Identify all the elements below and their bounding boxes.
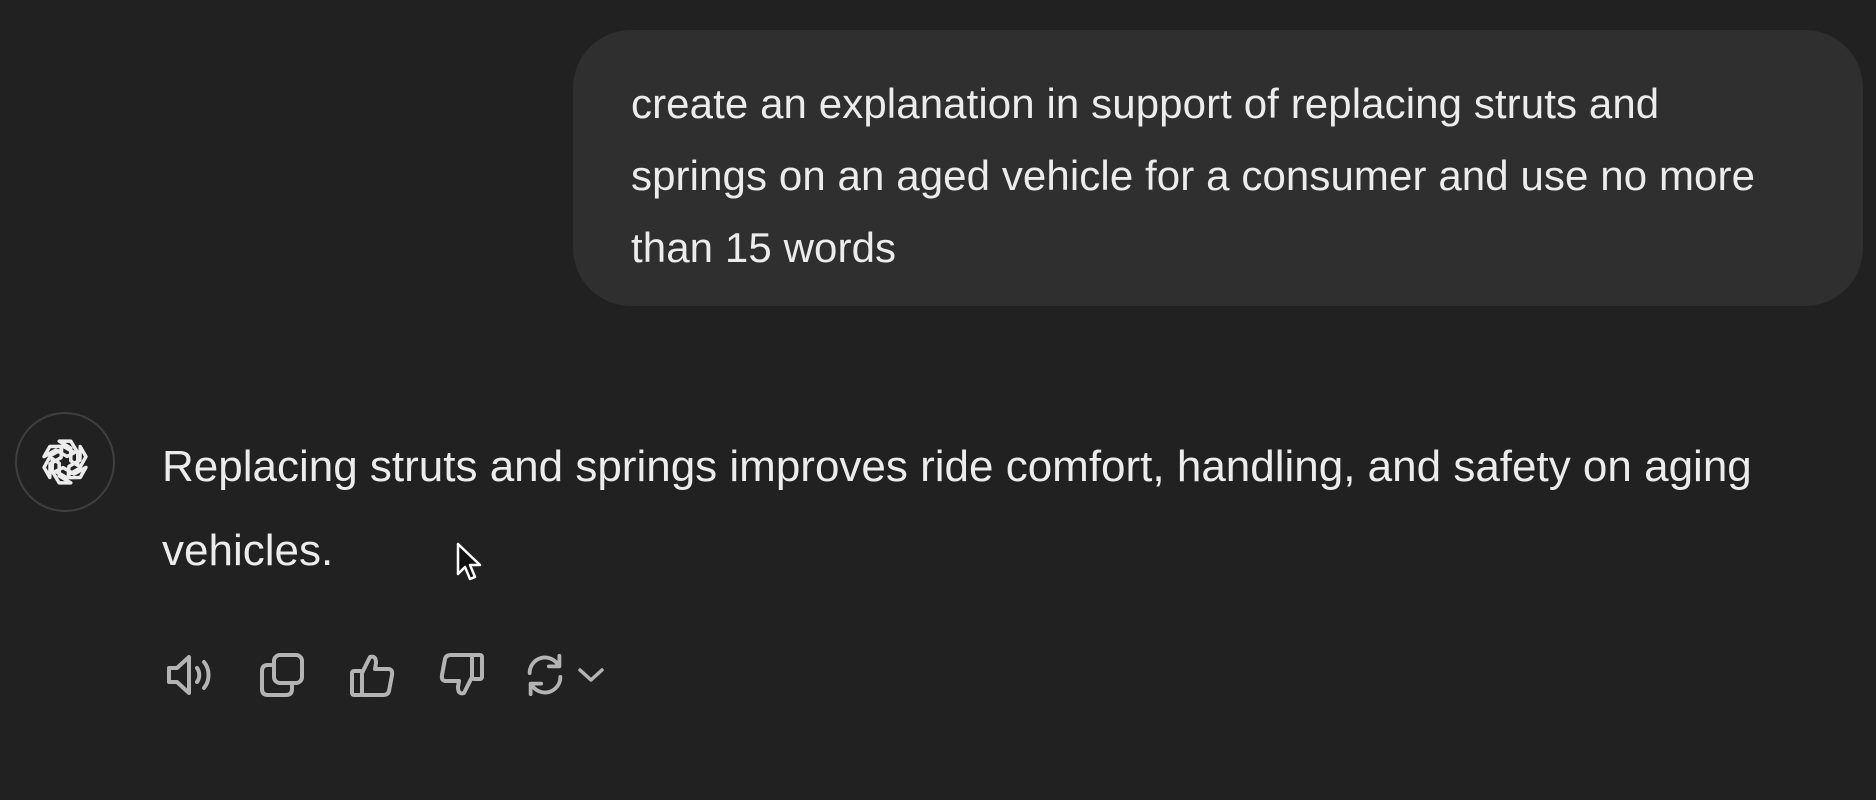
speaker-icon — [167, 655, 211, 695]
regenerate-button[interactable] — [522, 645, 622, 705]
message-actions-toolbar — [162, 645, 622, 705]
copy-button[interactable] — [252, 645, 312, 705]
read-aloud-button[interactable] — [162, 645, 222, 705]
user-message-bubble: create an explanation in support of repl… — [573, 30, 1863, 306]
chevron-down-icon — [578, 668, 604, 682]
refresh-icon — [527, 653, 563, 697]
thumbs-up-icon — [350, 654, 395, 697]
copy-icon — [260, 653, 304, 697]
mouse-cursor-icon — [456, 542, 482, 581]
good-response-button[interactable] — [342, 645, 402, 705]
user-message-text: create an explanation in support of repl… — [631, 80, 1756, 271]
openai-logo-icon — [42, 439, 88, 485]
assistant-avatar — [15, 412, 115, 512]
bad-response-button[interactable] — [432, 645, 492, 705]
thumbs-down-icon — [439, 653, 484, 696]
assistant-message-text: Replacing struts and springs improves ri… — [162, 442, 1752, 575]
